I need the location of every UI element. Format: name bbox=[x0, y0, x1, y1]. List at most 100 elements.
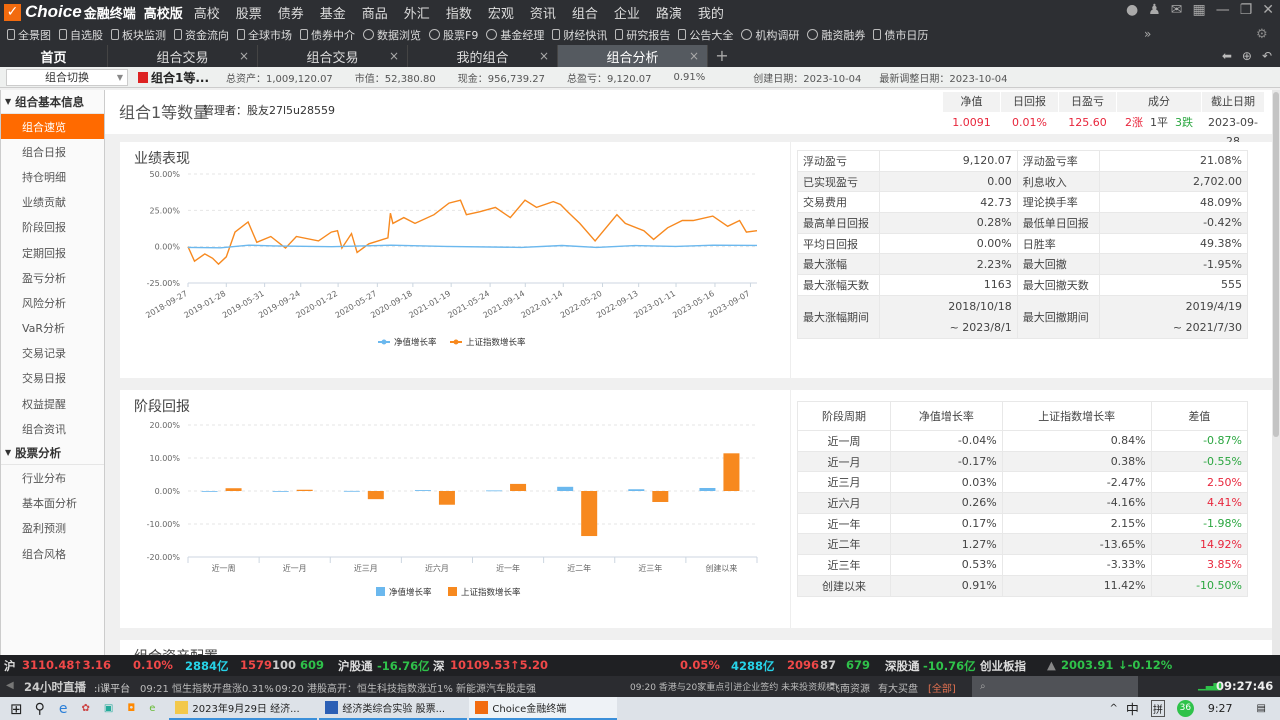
tab[interactable]: 组合分析 × bbox=[558, 45, 708, 67]
menu-item[interactable]: 指数 bbox=[446, 3, 472, 22]
search-input[interactable]: ⌕ bbox=[972, 676, 1138, 697]
sidebar-item[interactable]: 阶段回报 bbox=[1, 215, 104, 240]
menu-item[interactable]: 资讯 bbox=[530, 3, 556, 22]
mail-icon[interactable]: ✉ bbox=[1171, 2, 1183, 18]
news-item[interactable]: 09:21 恒生指数开盘涨0.31% bbox=[140, 680, 274, 695]
toolbar-button[interactable]: 研究报告 bbox=[615, 27, 670, 43]
sidebar-item[interactable]: 盈利预测 bbox=[1, 516, 104, 541]
column-header[interactable]: 上证指数增长率 bbox=[1001, 401, 1152, 431]
portfolio-switch-dropdown[interactable]: 组合切换 ▼ bbox=[6, 68, 128, 86]
column-header[interactable]: 阶段周期 bbox=[796, 401, 892, 431]
zoom-icon[interactable]: ⊕ bbox=[1242, 49, 1252, 63]
toolbar-button[interactable]: 债市日历 bbox=[873, 27, 928, 43]
column-header[interactable]: 净值增长率 bbox=[890, 401, 1003, 431]
news-item[interactable]: 09:20 港股高开：恒生科技指数涨近1% 新能源汽车股走强 bbox=[275, 680, 536, 695]
toolbar-button[interactable]: 板块监测 bbox=[111, 27, 166, 43]
alert-stock[interactable]: 飞南资源 bbox=[830, 680, 870, 695]
taskbar-clock[interactable]: 9:27 bbox=[1208, 702, 1233, 715]
notification-icon[interactable]: ▤ bbox=[1257, 703, 1266, 714]
legend-label[interactable]: 上证指数增长率 bbox=[461, 587, 521, 598]
menu-item[interactable]: 组合 bbox=[572, 3, 598, 22]
menu-item[interactable]: 路演 bbox=[656, 3, 682, 22]
menu-item[interactable]: 外汇 bbox=[404, 3, 430, 22]
toolbar-button[interactable]: 公告大全 bbox=[678, 27, 733, 43]
toolbar-more-button[interactable]: » bbox=[1144, 27, 1151, 41]
sidebar-item[interactable]: 组合资讯 bbox=[1, 416, 104, 441]
sidebar-group[interactable]: ▼ 组合基本信息 bbox=[1, 90, 104, 114]
toolbar-button[interactable]: 融资融券 bbox=[807, 27, 865, 43]
toolbar-button[interactable]: 基金经理 bbox=[486, 27, 544, 43]
close-tab-icon[interactable]: × bbox=[689, 49, 699, 63]
menu-item[interactable]: 高校 bbox=[194, 3, 220, 22]
toolbar-button[interactable]: 财经快讯 bbox=[552, 27, 607, 43]
app-icon[interactable]: ◘ bbox=[127, 703, 135, 714]
sidebar-item[interactable]: 定期回报 bbox=[1, 240, 104, 265]
taskbar-word[interactable]: 经济类综合实验 股票... bbox=[319, 697, 468, 720]
legend-label[interactable]: 净值增长率 bbox=[389, 587, 432, 598]
menu-item[interactable]: 股票 bbox=[236, 3, 262, 22]
vertical-scrollbar[interactable] bbox=[1272, 90, 1280, 655]
chat-icon[interactable]: ● bbox=[1126, 2, 1138, 18]
toolbar-button[interactable]: 股票F9 bbox=[429, 27, 478, 43]
settings-gear-icon[interactable]: ⚙ bbox=[1256, 27, 1268, 42]
ie-icon[interactable]: e bbox=[59, 701, 68, 717]
sidebar-item[interactable]: 交易记录 bbox=[1, 341, 104, 366]
windows-start-icon[interactable]: ⊞ bbox=[10, 700, 23, 718]
taskbar-folder[interactable]: 2023年9月29日 经济... bbox=[169, 697, 318, 720]
live-label[interactable]: 24小时直播 bbox=[24, 679, 86, 695]
back-arrow-icon[interactable]: ⬅ bbox=[1222, 49, 1232, 63]
toolbar-button[interactable]: 数据浏览 bbox=[363, 27, 421, 43]
sidebar-item[interactable]: 组合速览 bbox=[1, 114, 104, 140]
sidebar-item[interactable]: 持仓明细 bbox=[1, 164, 104, 189]
all-news-link[interactable]: [全部] bbox=[928, 680, 956, 695]
sidebar-group[interactable]: ▼ 股票分析 bbox=[1, 441, 104, 466]
search-icon[interactable]: ⚲ bbox=[35, 701, 45, 717]
sidebar-item[interactable]: VaR分析 bbox=[1, 316, 104, 341]
sidebar-item[interactable]: 组合日报 bbox=[1, 139, 104, 164]
tab[interactable]: 首页 bbox=[0, 45, 108, 67]
sidebar-item[interactable]: 交易日报 bbox=[1, 366, 104, 391]
ime-pinyin[interactable]: 拼 bbox=[1150, 700, 1165, 717]
close-button[interactable]: ✕ bbox=[1262, 2, 1274, 18]
menu-item[interactable]: 债券 bbox=[278, 3, 304, 22]
sidebar-item[interactable]: 基本面分析 bbox=[1, 491, 104, 516]
legend-label[interactable]: 净值增长率 bbox=[394, 337, 437, 348]
app-icon[interactable]: ▣ bbox=[104, 703, 113, 714]
close-tab-icon[interactable]: × bbox=[389, 49, 399, 63]
close-tab-icon[interactable]: × bbox=[539, 49, 549, 63]
tray-chevron-icon[interactable]: ^ bbox=[1109, 703, 1117, 714]
sidebar-item[interactable]: 盈亏分析 bbox=[1, 265, 104, 290]
menu-item[interactable]: 基金 bbox=[320, 3, 346, 22]
grid-icon[interactable]: ▦ bbox=[1192, 2, 1205, 18]
app-icon[interactable]: ✿ bbox=[81, 703, 89, 714]
minimize-button[interactable]: — bbox=[1216, 2, 1230, 18]
menu-item[interactable]: 宏观 bbox=[488, 3, 514, 22]
news-item[interactable]: 09:20 香港与20家重点引进企业签约 未来投资规模 bbox=[630, 680, 835, 693]
menu-item[interactable]: 企业 bbox=[614, 3, 640, 22]
tab[interactable]: 组合交易 × bbox=[108, 45, 258, 67]
sidebar-item[interactable]: 风险分析 bbox=[1, 290, 104, 315]
legend-label[interactable]: 上证指数增长率 bbox=[466, 337, 526, 348]
sidebar-item[interactable]: 权益提醒 bbox=[1, 391, 104, 416]
undo-icon[interactable]: ↶ bbox=[1262, 49, 1272, 63]
taskbar-choice[interactable]: Choice金融终端 bbox=[469, 697, 618, 720]
close-tab-icon[interactable]: × bbox=[239, 49, 249, 63]
column-header[interactable]: 差值 bbox=[1150, 401, 1249, 431]
ime-mode[interactable]: 中 bbox=[1126, 699, 1139, 718]
toolbar-button[interactable]: 债券中介 bbox=[300, 27, 355, 43]
toolbar-button[interactable]: 资金流向 bbox=[174, 27, 229, 43]
security-badge[interactable]: 36 bbox=[1176, 700, 1194, 717]
tab[interactable]: 组合交易 × bbox=[258, 45, 408, 67]
sidebar-item[interactable]: 行业分布 bbox=[1, 465, 104, 490]
user-icon[interactable]: ♟ bbox=[1148, 2, 1161, 18]
new-tab-button[interactable]: + bbox=[708, 45, 736, 67]
menu-item[interactable]: 我的 bbox=[698, 3, 724, 22]
toolbar-button[interactable]: 全球市场 bbox=[237, 27, 292, 43]
toolbar-button[interactable]: 自选股 bbox=[59, 27, 103, 43]
toolbar-button[interactable]: 机构调研 bbox=[741, 27, 799, 43]
app-icon[interactable]: e bbox=[149, 703, 155, 714]
portfolio-name[interactable]: 组合1等... bbox=[138, 69, 210, 86]
sidebar-item[interactable]: 组合风格 bbox=[1, 541, 104, 566]
tab[interactable]: 我的组合 × bbox=[408, 45, 558, 67]
menu-item[interactable]: 商品 bbox=[362, 3, 388, 22]
